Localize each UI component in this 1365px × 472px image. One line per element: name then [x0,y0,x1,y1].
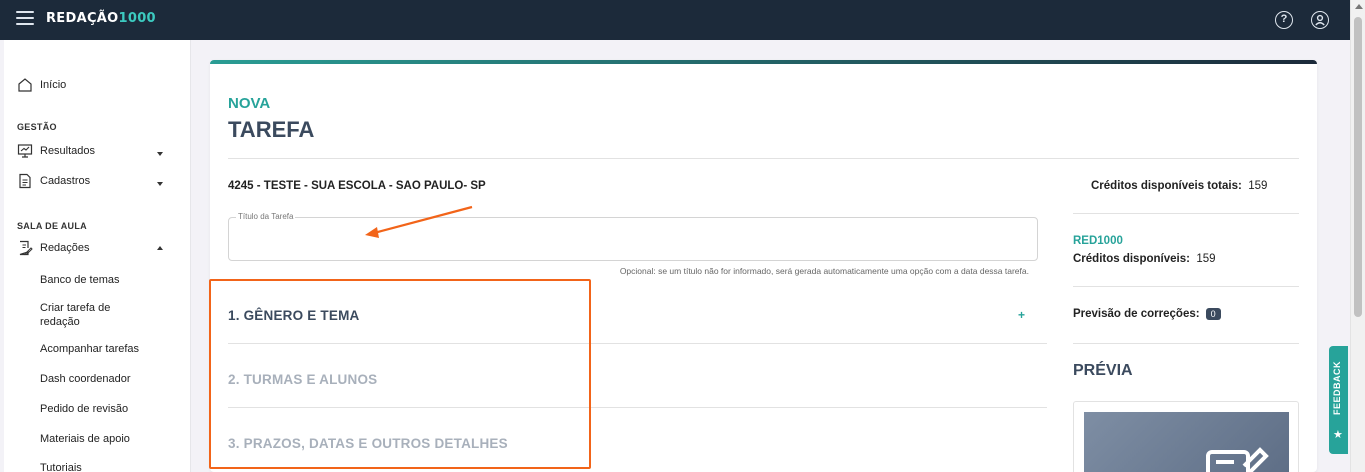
chevron-down-icon[interactable] [157,152,163,156]
corrections-forecast: Previsão de correções: 0 [1073,308,1221,320]
divider [1073,286,1299,287]
chevron-down-icon[interactable] [157,182,163,186]
edit-note-icon [1206,447,1269,472]
annotation-arrow-icon [365,205,473,238]
edit-document-icon [19,240,33,256]
presentation-chart-icon [17,144,33,158]
total-credits: Créditos disponíveis totais: 159 [1091,180,1267,192]
feedback-label: FEEDBACK [1332,361,1342,416]
corrections-forecast-badge: 0 [1205,308,1221,320]
star-icon: ★ [1333,429,1343,441]
document-icon [19,173,31,189]
preview-image [1084,412,1289,472]
divider [1073,343,1299,344]
sidebar-item-resultados[interactable]: Resultados [17,143,95,159]
plan-credits-label: Créditos disponíveis: [1073,253,1190,265]
sidebar-subitem-pedido-de-revisao[interactable]: Pedido de revisão [40,402,128,416]
sidebar-item-label: Redações [40,242,90,254]
sidebar-item-cadastros[interactable]: Cadastros [17,173,90,189]
sidebar-subitem-dash-coordenador[interactable]: Dash coordenador [40,372,131,386]
task-title-input[interactable]: Título da Tarefa [228,212,1038,261]
logo-text: REDAÇÃO [46,11,119,26]
task-title-hint: Opcional: se um título não for informado… [619,266,1029,276]
plan-name: RED1000 [1073,235,1123,247]
scrollbar[interactable] [1350,0,1365,472]
logo-accent-text: 1000 [118,11,156,26]
annotation-highlight-box [209,279,591,469]
corrections-forecast-label: Previsão de correções: [1073,308,1200,321]
sidebar-item-label: Resultados [40,145,96,157]
sidebar-subitem-criar-tarefa[interactable]: Criar tarefa de redação [40,301,130,329]
preview-title: PRÉVIA [1073,362,1133,379]
total-credits-value: 159 [1248,180,1268,192]
preview-box [1073,401,1299,472]
sidebar-item-redacoes[interactable]: Redações [17,240,90,256]
scrollbar-thumb[interactable] [1354,17,1362,317]
sidebar-item-label: Início [40,79,67,91]
divider [1073,213,1299,214]
user-icon[interactable] [1311,11,1329,29]
section-gestao: GESTÃO [17,122,57,132]
sidebar-item-inicio[interactable]: Início [17,77,66,93]
card-top-stripe [210,60,1317,64]
sidebar: Início GESTÃO Resultados Cadastros SALA … [4,40,191,472]
page-title: TAREFA [228,117,315,142]
chevron-up-icon[interactable] [157,246,163,250]
divider [228,158,1299,159]
sidebar-subitem-acompanhar-tarefas[interactable]: Acompanhar tarefas [40,342,139,356]
top-bar: REDAÇÃO1000 ? [0,0,1350,40]
page-title-top: NOVA [228,95,271,112]
home-icon [18,78,32,92]
total-credits-label: Créditos disponíveis totais: [1091,180,1242,192]
expand-plus-icon[interactable]: + [1018,308,1025,322]
feedback-tab[interactable]: FEEDBACK ★ [1329,346,1348,454]
school-name: 4245 - TESTE - SUA ESCOLA - SAO PAULO- S… [228,180,486,192]
sidebar-subitem-banco-de-temas[interactable]: Banco de temas [40,273,120,287]
plan-credits: Créditos disponíveis: 159 [1073,253,1216,265]
sidebar-subitem-materiais-de-apoio[interactable]: Materiais de apoio [40,432,130,446]
section-sala-de-aula: SALA DE AULA [17,221,87,231]
scroll-up-arrow-icon[interactable] [1355,4,1363,9]
task-title-label: Título da Tarefa [236,212,296,221]
sidebar-item-label: Cadastros [40,175,91,187]
plan-credits-value: 159 [1196,253,1216,265]
sidebar-subitem-tutoriais[interactable]: Tutoriais [40,461,82,472]
hamburger-menu-icon[interactable] [16,11,34,29]
app-logo[interactable]: REDAÇÃO1000 [46,11,156,26]
help-icon[interactable]: ? [1275,11,1293,29]
